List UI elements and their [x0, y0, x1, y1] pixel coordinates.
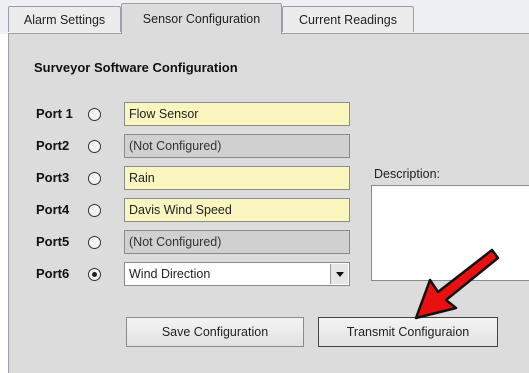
port-5-label: Port5	[36, 234, 70, 249]
tab-alarm-settings[interactable]: Alarm Settings	[8, 6, 121, 32]
section-title: Surveyor Software Configuration	[34, 60, 238, 75]
chevron-down-icon[interactable]	[330, 264, 348, 284]
save-configuration-button[interactable]: Save Configuration	[126, 317, 304, 347]
port-2-label: Port2	[36, 138, 70, 153]
tab-current-readings[interactable]: Current Readings	[282, 6, 414, 32]
port-3-label: Port3	[36, 170, 70, 185]
port-4-label: Port4	[36, 202, 70, 217]
port-1-field[interactable]: Flow Sensor	[124, 102, 350, 126]
tab-sensor-configuration[interactable]: Sensor Configuration	[121, 3, 282, 34]
port-1-label: Port 1	[36, 106, 73, 121]
port-6-radio[interactable]	[88, 268, 101, 281]
port-2-field: (Not Configured)	[124, 134, 350, 158]
port-5-field: (Not Configured)	[124, 230, 350, 254]
tab-strip: Alarm Settings Sensor Configuration Curr…	[0, 0, 529, 34]
port-4-radio[interactable]	[88, 204, 101, 217]
red-arrow-icon	[414, 248, 500, 320]
port-3-radio[interactable]	[88, 172, 101, 185]
port-4-field[interactable]: Davis Wind Speed	[124, 198, 350, 222]
description-label: Description:	[374, 167, 440, 181]
port-5-radio[interactable]	[88, 236, 101, 249]
port-2-radio[interactable]	[88, 140, 101, 153]
port-6-dropdown[interactable]: Wind Direction	[124, 262, 350, 286]
port-3-field[interactable]: Rain	[124, 166, 350, 190]
port-6-dropdown-value: Wind Direction	[129, 267, 211, 281]
port-6-label: Port6	[36, 266, 70, 281]
port-1-radio[interactable]	[88, 108, 101, 121]
